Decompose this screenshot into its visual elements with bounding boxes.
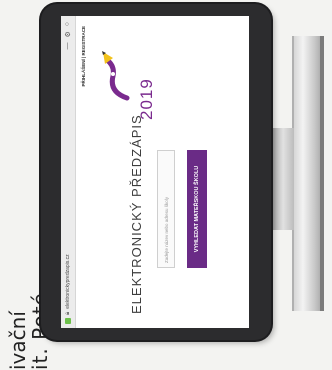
lock-icon: 🔒︎ bbox=[65, 311, 71, 315]
site-title: ELEKTRONICKÝ PŘEDZÁPIS bbox=[129, 114, 144, 314]
browser-tab-icon[interactable] bbox=[65, 318, 71, 324]
close-icon[interactable]: ○ bbox=[64, 22, 72, 26]
browser-toolbar: 🔒︎ elektronickypredzapis.cz — ⚙ ○ bbox=[61, 16, 76, 328]
find-kindergarten-button[interactable]: VYHLEDAT MATEŘSKOU ŠKOLU bbox=[187, 150, 207, 268]
minimize-icon[interactable]: — bbox=[64, 43, 72, 50]
address-bar[interactable]: elektronickypredzapis.cz bbox=[65, 254, 71, 308]
site-year: 2019 bbox=[137, 78, 156, 120]
window-controls: — ⚙ ○ bbox=[64, 22, 72, 50]
pencil-logo-icon bbox=[102, 51, 130, 101]
monitor-stand-base bbox=[292, 36, 324, 311]
monitor-screen: 🔒︎ elektronickypredzapis.cz — ⚙ ○ PŘIHLÁ… bbox=[61, 16, 249, 328]
monitor-stand-neck bbox=[270, 128, 294, 230]
page-text-line: ivační bbox=[6, 311, 30, 370]
settings-icon[interactable]: ⚙ bbox=[64, 31, 72, 37]
login-register-links[interactable]: PŘIHLÁŠENÍ | REGISTRACE bbox=[81, 26, 86, 87]
website-view: 🔒︎ elektronickypredzapis.cz — ⚙ ○ PŘIHLÁ… bbox=[61, 16, 249, 328]
school-search-input[interactable]: Zadejte název nebo adresu školy bbox=[157, 150, 175, 268]
